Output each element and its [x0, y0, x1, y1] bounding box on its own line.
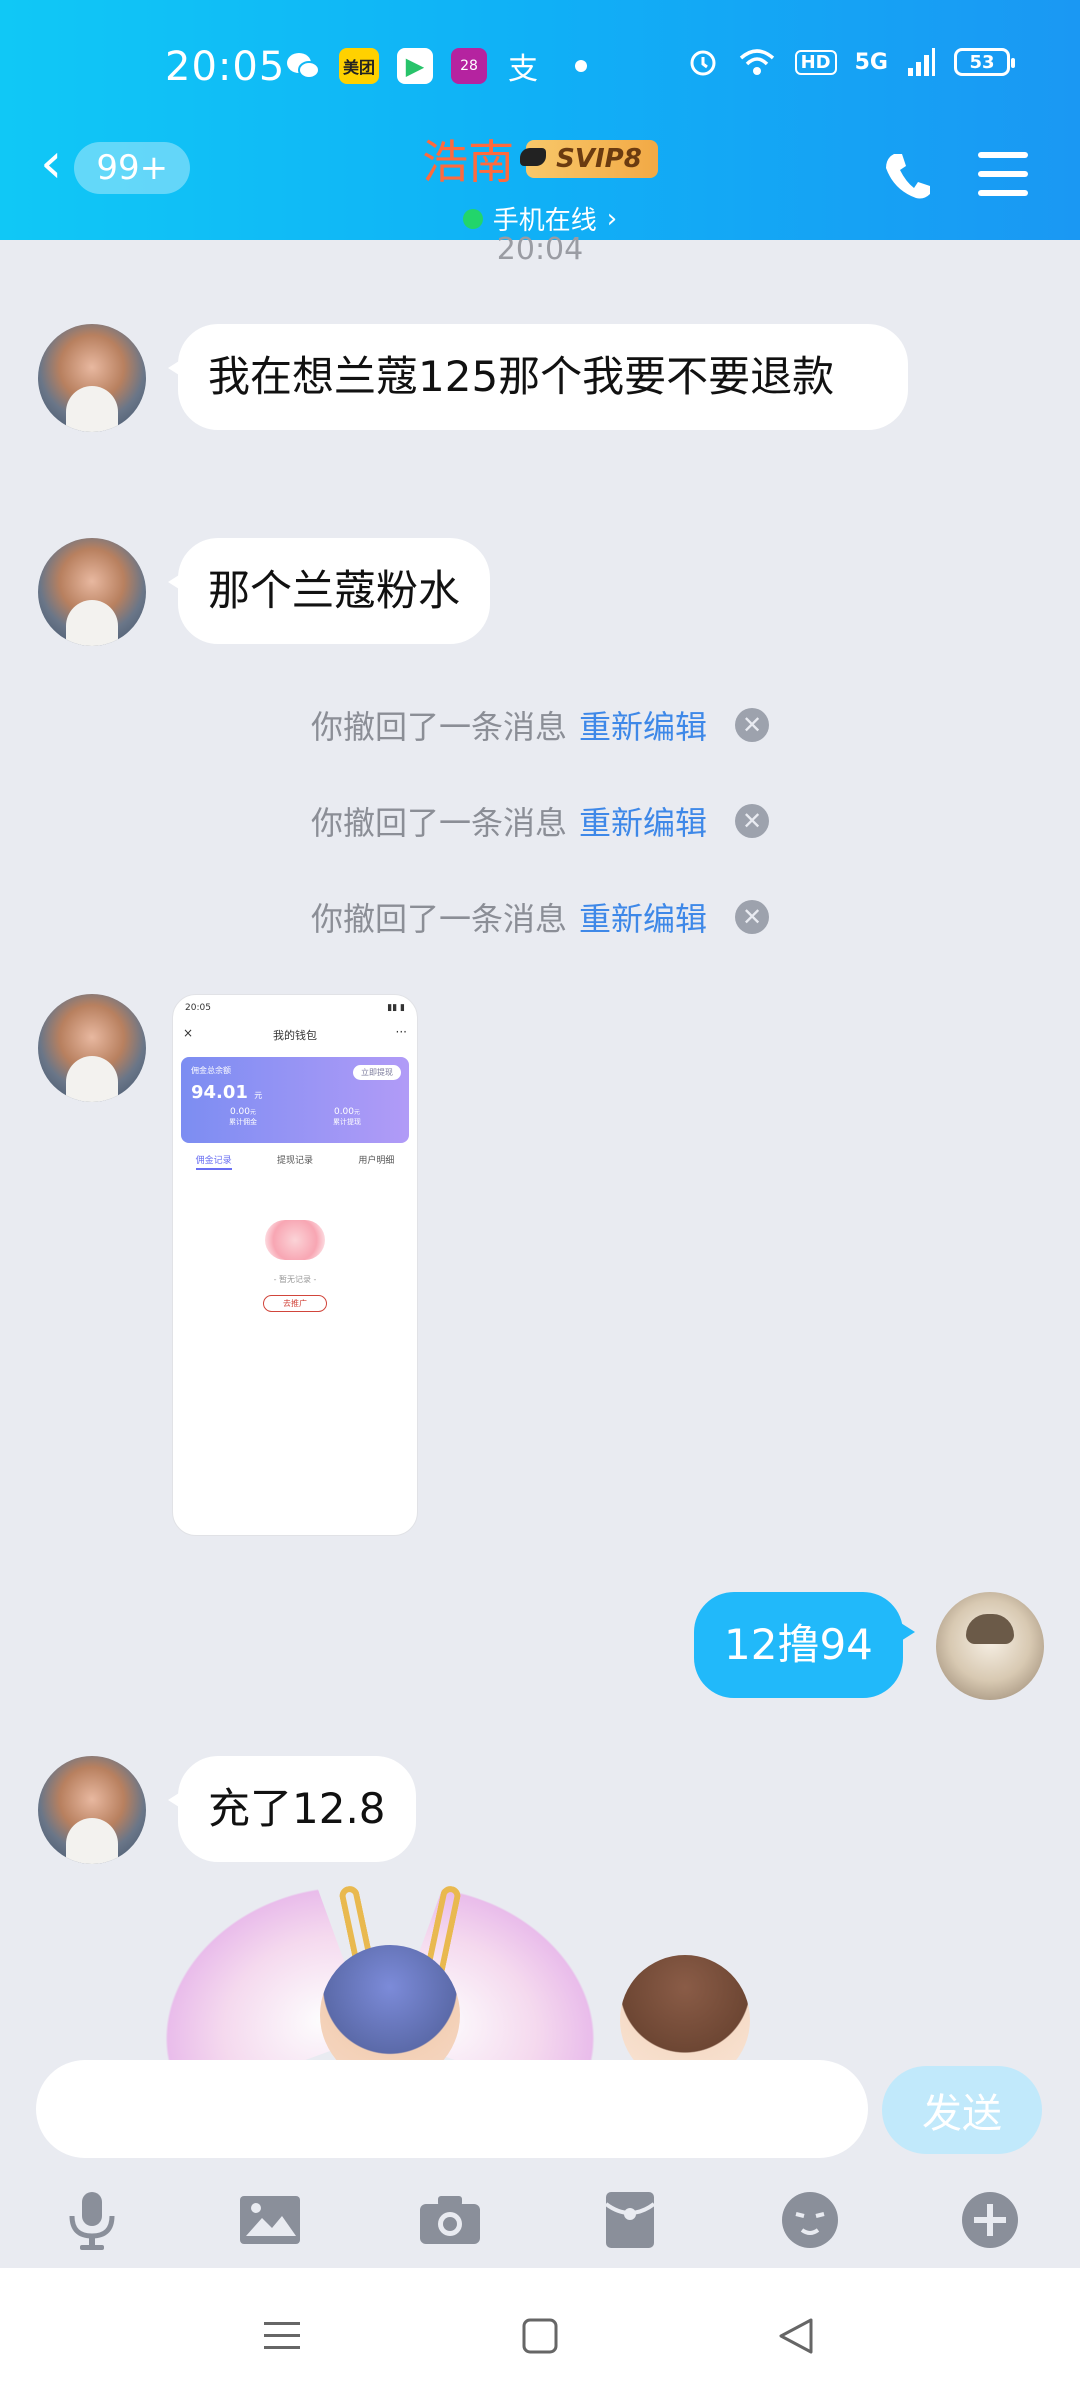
recall-text: 你撤回了一条消息 — [310, 900, 567, 938]
svip-badge: SVIP8 — [520, 140, 658, 178]
re-edit-link[interactable]: 重新编辑 — [579, 798, 707, 844]
thumb-title-text: 我的钱包 — [273, 1029, 317, 1042]
alipay-icon: 支 — [508, 52, 538, 87]
balance-unit: 元 — [254, 1091, 263, 1100]
re-edit-link[interactable]: 重新编辑 — [579, 894, 707, 940]
stat-label: 累计佣金 — [229, 1118, 257, 1126]
close-icon[interactable]: ✕ — [735, 804, 770, 838]
chat-header: 20:05 美团 ▶ 28 支 HD 5G 53 ‹ 99+ 浩南 SVIP8 … — [0, 0, 1080, 240]
notification-icons: 美团 ▶ 28 支 — [285, 48, 587, 87]
stat-unit: 元 — [250, 1109, 257, 1116]
empty-text: - 暂无记录 - — [273, 1275, 317, 1284]
menu-bar — [978, 152, 1028, 158]
close-icon[interactable]: ✕ — [735, 900, 770, 934]
chevron-right-icon: › — [606, 203, 618, 234]
message-bubble[interactable]: 我在想兰蔻125那个我要不要退款 — [168, 324, 908, 430]
empty-illustration — [265, 1220, 325, 1260]
stat-item: 0.00元 累计提现 — [333, 1107, 361, 1127]
wallet-stats: 0.00元 累计佣金 0.00元 累计提现 — [191, 1107, 399, 1127]
online-dot-icon — [462, 208, 483, 229]
status-time: 20:05 — [165, 44, 286, 90]
message-timestamp: 20:04 — [496, 232, 584, 267]
image-icon[interactable] — [230, 2180, 310, 2260]
back-icon[interactable] — [766, 2312, 826, 2360]
message-bubble[interactable]: 12撸94 — [694, 1592, 915, 1698]
signal-icon — [908, 48, 935, 76]
sticker-message[interactable] — [0, 1885, 1080, 2065]
balance-value: 94.01 元 — [191, 1082, 399, 1103]
home-icon[interactable] — [510, 2312, 570, 2360]
my-avatar[interactable] — [936, 1592, 1044, 1700]
contact-name: 浩南 — [422, 135, 515, 189]
message-bubble[interactable]: 充了12.8 — [168, 1756, 416, 1862]
recall-notice: 你撤回了一条消息 重新编辑 ✕ — [0, 894, 1080, 940]
phone-icon — [886, 154, 930, 199]
emoji-icon[interactable] — [770, 2180, 850, 2260]
thumb-title: × 我的钱包 ··· — [173, 1025, 417, 1043]
card-button: 立即提现 — [353, 1065, 401, 1080]
balance-amount: 94.01 — [191, 1082, 248, 1103]
input-toolbar — [0, 2180, 1080, 2270]
stat-item: 0.00元 累计佣金 — [229, 1107, 257, 1127]
close-icon[interactable]: ✕ — [735, 708, 770, 742]
thumb-time: 20:05 — [185, 1003, 211, 1013]
system-navigation-bar — [0, 2268, 1080, 2400]
recall-text: 你撤回了一条消息 — [310, 804, 567, 842]
dot-icon — [575, 60, 587, 72]
message-bubble[interactable]: 那个兰蔻粉水 — [167, 538, 491, 644]
phone-call-button[interactable] — [880, 148, 936, 204]
contact-avatar[interactable] — [38, 538, 146, 646]
more-menu-button[interactable] — [978, 152, 1028, 196]
promote-button: 去推广 — [263, 1295, 327, 1312]
iqiyi-icon: ▶ — [397, 48, 433, 84]
meituan-icon: 美团 — [339, 48, 379, 84]
plus-icon[interactable] — [950, 2180, 1030, 2260]
red-packet-icon[interactable] — [590, 2180, 670, 2260]
recall-notice: 你撤回了一条消息 重新编辑 ✕ — [0, 798, 1080, 844]
battery-level: 53 — [969, 51, 995, 73]
more-icon: ··· — [395, 1025, 407, 1039]
input-area: 发送 — [0, 2060, 1080, 2160]
recall-text: 你撤回了一条消息 — [310, 708, 567, 746]
tab-withdraw: 提现记录 — [276, 1156, 313, 1166]
tab-users: 用户明细 — [358, 1156, 395, 1166]
network-label: 5G — [854, 49, 888, 75]
wechat-icon — [285, 48, 321, 84]
contact-avatar[interactable] — [38, 324, 146, 432]
camera-icon[interactable] — [410, 2180, 490, 2260]
send-button[interactable]: 发送 — [882, 2066, 1042, 2154]
contact-avatar[interactable] — [38, 1756, 146, 1864]
message-input[interactable] — [36, 2060, 868, 2158]
alarm-icon — [690, 50, 716, 76]
menu-bar — [978, 171, 1028, 177]
image-message[interactable]: 20:05 ▮▮ ▮ × 我的钱包 ··· 佣金总余额 立即提现 94.01 元… — [172, 994, 418, 1536]
close-icon: × — [183, 1026, 194, 1040]
calendar-icon: 28 — [451, 48, 487, 84]
contact-avatar[interactable] — [38, 994, 146, 1102]
microphone-icon[interactable] — [52, 2180, 132, 2260]
wallet-tabs: 佣金记录 提现记录 用户明细 — [173, 1153, 417, 1170]
tab-commission: 佣金记录 — [195, 1153, 232, 1170]
stat-unit: 元 — [354, 1109, 361, 1116]
hd-icon: HD — [794, 49, 837, 75]
stat-value: 0.00 — [333, 1107, 355, 1117]
stat-label: 累计提现 — [333, 1118, 361, 1126]
thumb-status-bar: 20:05 ▮▮ ▮ — [173, 995, 417, 1021]
system-status-icons: HD 5G 53 — [687, 46, 1015, 78]
battery-icon: 53 — [954, 48, 1015, 76]
wifi-icon — [739, 49, 774, 75]
thumb-status-icons: ▮▮ ▮ — [387, 1003, 405, 1013]
recall-notice: 你撤回了一条消息 重新编辑 ✕ — [0, 702, 1080, 748]
menu-icon[interactable] — [252, 2312, 312, 2360]
re-edit-link[interactable]: 重新编辑 — [579, 702, 707, 748]
stat-value: 0.00 — [229, 1107, 251, 1117]
wallet-card: 佣金总余额 立即提现 94.01 元 0.00元 累计佣金 0.00元 累计提现 — [181, 1057, 409, 1143]
menu-bar — [978, 190, 1028, 196]
sticker-character — [620, 1955, 750, 2065]
